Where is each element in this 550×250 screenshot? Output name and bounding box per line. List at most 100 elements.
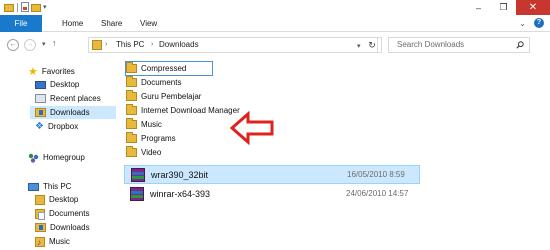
nav-item-pc-desktop[interactable]: Desktop [35,193,78,206]
minimize-button[interactable]: – [466,0,491,15]
nav-item-pc-documents[interactable]: Documents [35,207,89,220]
winrar-archive-icon [130,186,144,201]
star-icon: ★ [28,65,38,78]
address-row: ← → ▾ ↑ › This PC › Downloads ▾ ↻ Search… [0,33,550,55]
address-bar[interactable]: › This PC › Downloads ▾ [88,37,378,53]
nav-item-pc-music[interactable]: Music [35,235,70,249]
help-icon[interactable]: ? [534,18,544,28]
back-button[interactable]: ← [7,39,19,51]
nav-label: Homegroup [43,153,85,162]
ribbon-tabs: File Home Share View ⌄ ? [0,15,550,32]
folder-icon[interactable] [4,3,14,12]
computer-icon [28,182,39,191]
quick-access-toolbar: ▾ [4,2,47,12]
list-item[interactable]: Compressed [124,61,214,76]
nav-label: Documents [49,209,90,218]
this-pc-folder-icon [92,40,102,50]
nav-label: Favorites [41,67,75,76]
recent-locations-icon[interactable]: ▾ [42,40,46,48]
folder-name: Documents [141,78,182,87]
folder-icon [126,132,137,143]
maximize-button[interactable]: ❐ [491,0,516,15]
search-icon[interactable] [516,41,524,49]
nav-item-recent-places[interactable]: Recent places [35,92,101,105]
nav-this-pc[interactable]: This PC [28,180,71,193]
title-bar: ▾ – ❐ ✕ [0,0,550,15]
nav-item-pc-downloads[interactable]: Downloads [35,221,90,234]
folder-icon [126,90,137,101]
nav-label: Desktop [49,195,79,204]
folder-name: Programs [141,134,176,143]
search-input[interactable]: Search Downloads [397,38,464,52]
list-item[interactable]: Video [126,146,161,159]
customize-toolbar-icon[interactable]: ▾ [43,3,47,11]
downloads-folder-icon [35,223,46,232]
nav-label: This PC [43,182,72,191]
file-row[interactable]: winrar-x64-393 24/06/2010 14:57 [124,184,420,203]
window-controls: – ❐ ✕ [466,0,550,15]
ribbon-controls: ⌄ ? [519,18,544,28]
desktop-icon [35,80,46,89]
nav-item-dropbox[interactable]: ❖ Dropbox [35,120,78,133]
annotation-arrow-icon [230,111,274,145]
recent-places-icon [35,94,46,103]
downloads-folder-icon [35,108,46,117]
folder-icon [126,76,137,87]
homegroup-icon [28,153,39,163]
folder-name: Video [141,148,162,157]
list-item[interactable]: Music [126,118,162,131]
music-folder-icon [35,236,45,249]
refresh-button[interactable]: ↻ [363,37,382,53]
tab-home[interactable]: Home [62,15,83,32]
tab-view[interactable]: View [140,15,157,32]
new-folder-icon[interactable] [31,3,41,12]
folder-icon [126,104,137,115]
nav-label: Downloads [50,223,90,232]
nav-item-desktop[interactable]: Desktop [35,78,79,91]
address-dropdown-icon[interactable]: ▾ [357,42,361,50]
search-box[interactable]: Search Downloads [388,37,530,53]
properties-icon[interactable] [21,2,29,12]
desktop-folder-icon [35,194,45,205]
close-button[interactable]: ✕ [516,0,550,15]
tab-share[interactable]: Share [101,15,122,32]
breadcrumb-downloads[interactable]: Downloads [159,38,199,52]
file-date: 24/06/2010 14:57 [346,189,409,198]
folder-name: Guru Pembelajar [141,92,202,101]
folder-name: Compressed [141,64,187,73]
navigation-pane: ★ Favorites Desktop Recent places Downlo… [0,56,118,250]
breadcrumb-separator-icon[interactable]: › [105,38,107,52]
folder-icon [126,62,137,73]
file-list: Compressed Documents Guru Pembelajar Int… [120,56,550,250]
forward-button[interactable]: → [24,39,36,51]
list-item[interactable]: Guru Pembelajar [126,90,201,103]
documents-folder-icon [35,208,45,220]
separator [17,2,18,12]
nav-favorites[interactable]: ★ Favorites [28,65,75,78]
folder-name: Music [141,120,162,129]
winrar-archive-icon [131,167,145,182]
folder-icon [126,118,137,129]
folder-icon [126,146,137,157]
nav-label: Dropbox [47,122,79,131]
tab-file[interactable]: File [0,15,42,32]
breadcrumb-separator-icon[interactable]: › [151,38,153,52]
nav-label: Recent places [50,94,101,103]
file-name: winrar-x64-393 [150,188,211,199]
file-name: wrar390_32bit [151,169,209,180]
nav-item-downloads[interactable]: Downloads [30,106,116,119]
dropbox-icon: ❖ [35,120,44,132]
nav-homegroup[interactable]: Homegroup [28,151,85,164]
file-row-selected[interactable]: wrar390_32bit 16/05/2010 8:59 [124,165,420,184]
breadcrumb-this-pc[interactable]: This PC [116,38,144,52]
list-item[interactable]: Internet Download Manager [126,104,240,117]
nav-label: Music [49,237,70,246]
nav-label: Desktop [50,80,80,89]
expand-ribbon-icon[interactable]: ⌄ [519,19,526,28]
list-item[interactable]: Documents [126,76,181,89]
list-item[interactable]: Programs [126,132,176,145]
up-arrow-icon[interactable]: ↑ [52,38,57,48]
nav-label: Downloads [50,108,90,117]
file-date: 16/05/2010 8:59 [347,170,405,179]
folder-name: Internet Download Manager [141,106,240,115]
